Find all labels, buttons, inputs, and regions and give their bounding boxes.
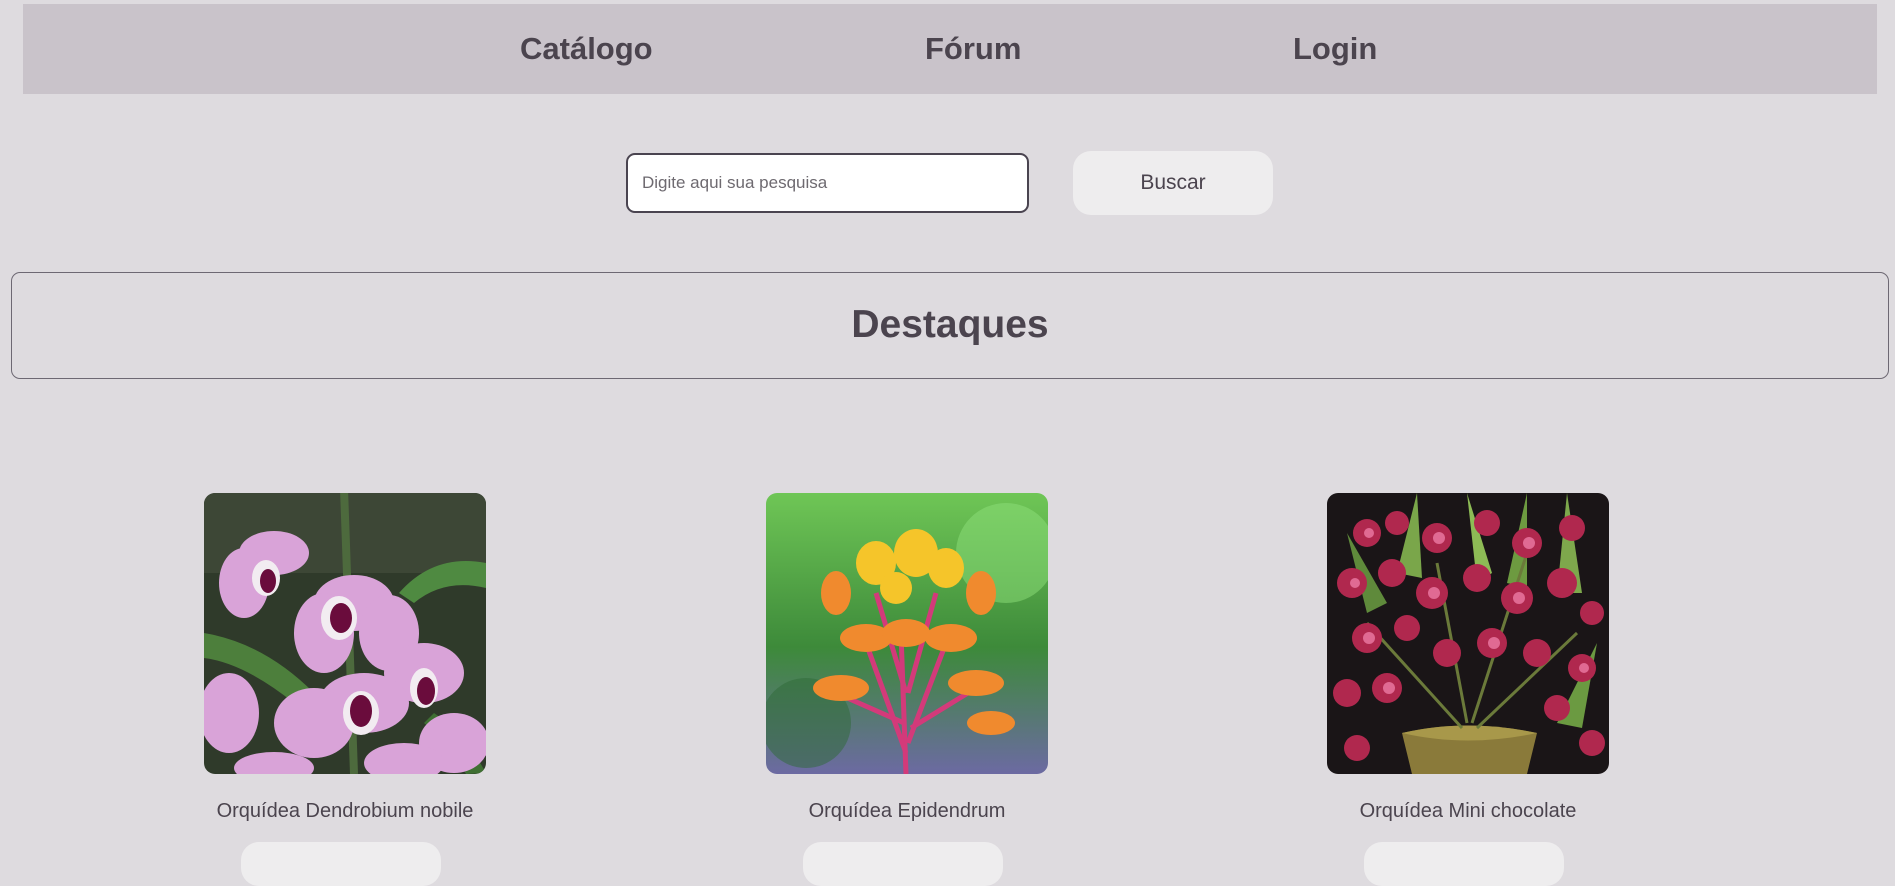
product-card: Orquídea Epidendrum [766, 493, 1048, 886]
top-navigation: Catálogo Fórum Login [23, 4, 1877, 94]
product-button[interactable] [803, 842, 1003, 886]
highlights-banner: Destaques [11, 272, 1889, 379]
search-input[interactable] [626, 153, 1029, 213]
product-card: Orquídea Dendrobium nobile [204, 493, 486, 886]
product-button[interactable] [1364, 842, 1564, 886]
product-button[interactable] [241, 842, 441, 886]
product-name: Orquídea Epidendrum [808, 800, 1006, 822]
product-name: Orquídea Dendrobium nobile [216, 800, 474, 822]
highlights-title: Destaques [851, 303, 1049, 346]
nav-link-login[interactable]: Login [1293, 4, 1377, 94]
search-button[interactable]: Buscar [1073, 151, 1273, 215]
nav-link-catalogo[interactable]: Catálogo [520, 4, 653, 94]
orchid-mini-chocolate-photo[interactable] [1327, 493, 1609, 774]
product-card: Orquídea Mini chocolate [1327, 493, 1609, 886]
orchid-dendrobium-photo[interactable] [204, 493, 486, 774]
product-name: Orquídea Mini chocolate [1359, 800, 1577, 822]
orchid-epidendrum-photo[interactable] [766, 493, 1048, 774]
nav-link-forum[interactable]: Fórum [925, 4, 1021, 94]
